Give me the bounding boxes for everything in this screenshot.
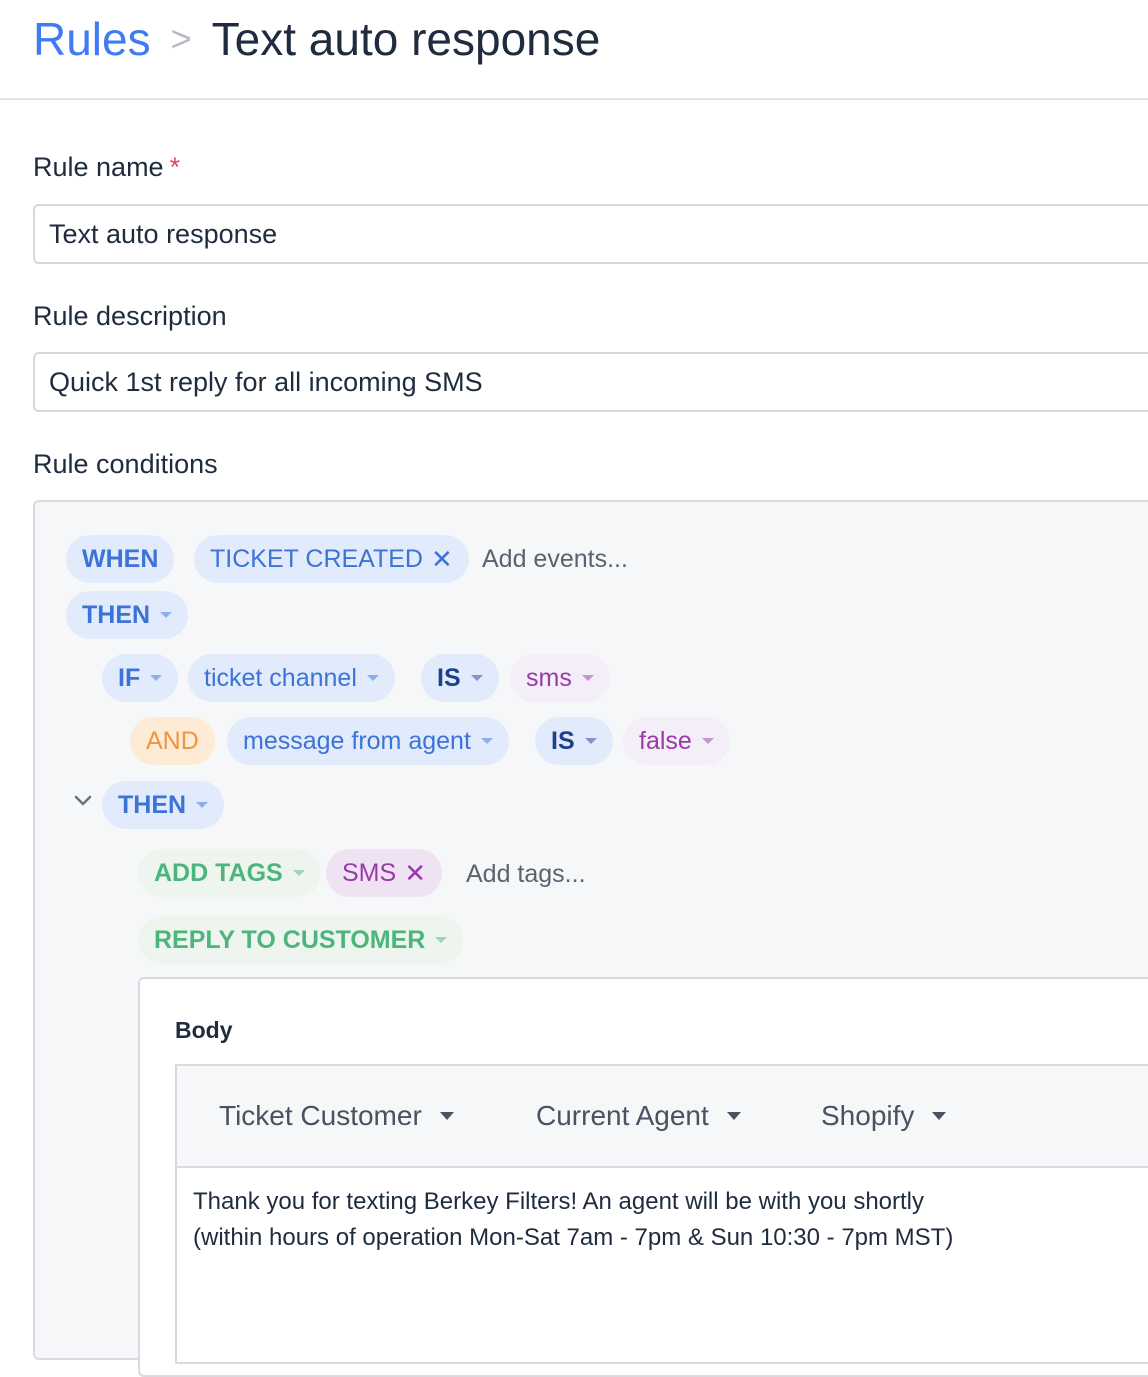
- if-operator-dropdown[interactable]: IS: [421, 654, 499, 702]
- then-dropdown-1[interactable]: THEN: [66, 591, 189, 639]
- rule-name-label: Rule name *: [33, 152, 180, 183]
- if-value-label: sms: [526, 664, 572, 692]
- and-operator-dropdown[interactable]: IS: [535, 717, 613, 765]
- caret-down-icon: [160, 612, 173, 618]
- breadcrumb-rules-link[interactable]: Rules: [33, 13, 151, 65]
- current-agent-variable-dropdown[interactable]: Current Agent: [536, 1100, 741, 1132]
- add-tags-action-dropdown[interactable]: ADD TAGS: [138, 849, 321, 897]
- body-text-line: Thank you for texting Berkey Filters! An…: [193, 1188, 925, 1215]
- caret-down-icon: [196, 802, 209, 808]
- then-dropdown-2[interactable]: THEN: [102, 781, 225, 829]
- caret-down-icon: [480, 738, 493, 744]
- then-label-1: THEN: [82, 601, 151, 629]
- page-title: Text auto response: [211, 13, 601, 65]
- current-agent-label: Current Agent: [536, 1100, 709, 1131]
- close-icon[interactable]: ✕: [404, 849, 426, 897]
- ticket-customer-variable-dropdown[interactable]: Ticket Customer: [219, 1100, 454, 1132]
- caret-down-icon: [366, 675, 379, 681]
- caret-down-icon: [150, 675, 163, 681]
- caret-down-icon: [470, 675, 483, 681]
- editor-toolbar: Ticket Customer Current Agent Shopify: [177, 1066, 1148, 1168]
- caret-down-icon: [581, 675, 594, 681]
- shopify-variable-dropdown[interactable]: Shopify: [821, 1100, 947, 1132]
- rule-name-label-text: Rule name: [33, 152, 164, 182]
- and-operator-label: IS: [551, 727, 575, 755]
- page-header: Rules > Text auto response: [0, 0, 1148, 100]
- caret-down-icon: [292, 870, 305, 876]
- if-field-dropdown[interactable]: ticket channel: [188, 654, 395, 702]
- rule-description-label: Rule description: [33, 301, 227, 331]
- body-text-line: (within hours of operation Mon-Sat 7am -…: [193, 1224, 954, 1251]
- tag-label: SMS: [342, 859, 397, 887]
- close-icon[interactable]: ✕: [431, 535, 453, 583]
- if-value-dropdown[interactable]: sms: [510, 654, 610, 702]
- caret-down-icon: [439, 1112, 454, 1120]
- rule-conditions-label: Rule conditions: [33, 449, 218, 479]
- event-label: TICKET CREATED: [210, 545, 423, 573]
- and-field-dropdown[interactable]: message from agent: [227, 717, 509, 765]
- when-label: WHEN: [82, 545, 159, 573]
- tag-sms-chip[interactable]: SMS ✕: [326, 849, 442, 897]
- then-label-2: THEN: [118, 791, 187, 819]
- and-keyword[interactable]: AND: [130, 717, 215, 765]
- caret-down-icon: [726, 1112, 741, 1120]
- if-operator-label: IS: [437, 664, 461, 692]
- shopify-label: Shopify: [821, 1100, 915, 1131]
- if-dropdown[interactable]: IF: [102, 654, 179, 702]
- chevron-down-icon[interactable]: [72, 790, 94, 812]
- if-label: IF: [118, 664, 141, 692]
- and-field-label: message from agent: [243, 727, 471, 755]
- body-textarea[interactable]: Thank you for texting Berkey Filters! An…: [193, 1184, 953, 1256]
- breadcrumb-separator: >: [170, 18, 192, 59]
- add-tags-input[interactable]: Add tags...: [466, 860, 586, 889]
- caret-down-icon: [932, 1112, 947, 1120]
- event-ticket-created-chip[interactable]: TICKET CREATED ✕: [194, 535, 469, 583]
- required-mark: *: [169, 152, 181, 182]
- caret-down-icon: [584, 738, 597, 744]
- add-events-input[interactable]: Add events...: [482, 545, 628, 574]
- if-field-label: ticket channel: [204, 664, 357, 692]
- breadcrumb: Rules > Text auto response: [33, 12, 600, 66]
- rule-description-input[interactable]: [33, 352, 1148, 412]
- body-editor: Ticket Customer Current Agent Shopify Th…: [175, 1064, 1148, 1364]
- when-keyword: WHEN: [66, 535, 175, 583]
- and-value-dropdown[interactable]: false: [623, 717, 730, 765]
- reply-to-customer-action-dropdown[interactable]: REPLY TO CUSTOMER: [138, 916, 464, 964]
- and-label: AND: [146, 727, 199, 755]
- caret-down-icon: [701, 738, 714, 744]
- reply-to-customer-label: REPLY TO CUSTOMER: [154, 926, 426, 954]
- body-label: Body: [175, 1017, 233, 1043]
- ticket-customer-label: Ticket Customer: [219, 1100, 422, 1131]
- and-value-label: false: [639, 727, 692, 755]
- add-tags-label: ADD TAGS: [154, 859, 283, 887]
- caret-down-icon: [435, 937, 448, 943]
- rule-name-input[interactable]: [33, 204, 1148, 264]
